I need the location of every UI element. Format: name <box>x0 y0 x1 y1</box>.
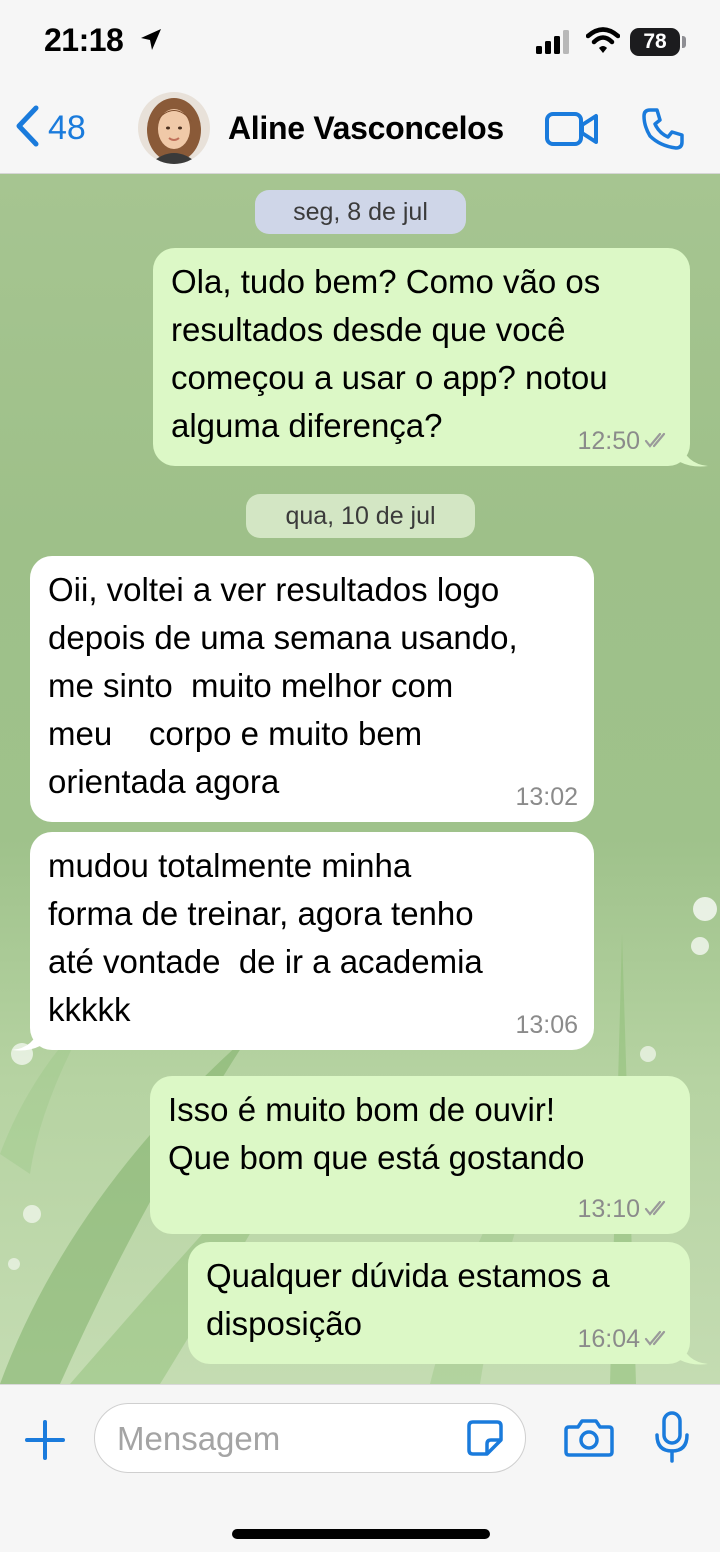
contact-name[interactable]: Aline Vasconcelos <box>228 110 504 147</box>
chat-header: 48 Aline Vasconcelos <box>0 82 720 174</box>
message-text-line: meu corpo e muito bem <box>48 715 423 752</box>
status-time: 21:18 <box>44 22 124 58</box>
contact-avatar[interactable] <box>138 92 210 164</box>
status-bar: 21:18 78 <box>0 0 720 82</box>
outgoing-message[interactable]: Ola, tudo bem? Como vão os resultados de… <box>153 248 690 466</box>
message-time: 13:06 <box>515 1011 578 1039</box>
location-arrow-icon <box>140 28 162 57</box>
bubble-tail <box>680 1340 708 1365</box>
sticker-icon[interactable] <box>465 1418 505 1463</box>
double-check-icon <box>644 1324 674 1354</box>
back-button[interactable]: 48 <box>14 104 86 153</box>
date-separator: seg, 8 de jul <box>255 190 466 234</box>
bubble-tail <box>680 442 708 467</box>
double-check-icon <box>644 426 674 456</box>
double-check-icon <box>644 1194 674 1224</box>
message-text-line: depois de uma semana usando, <box>48 619 518 656</box>
message-meta: 16:04 <box>577 1324 674 1354</box>
outgoing-message[interactable]: Qualquer dúvida estamos a disposição 16:… <box>188 1242 690 1364</box>
message-text-line: começou a usar o app? notou <box>171 359 608 396</box>
home-indicator <box>232 1529 490 1539</box>
message-meta: 12:50 <box>577 426 674 456</box>
message-text-line: Qualquer dúvida estamos a <box>206 1257 610 1294</box>
message-time: 12:50 <box>577 427 640 455</box>
plus-icon[interactable] <box>24 1419 66 1466</box>
date-separator: qua, 10 de jul <box>246 494 475 538</box>
message-time: 16:04 <box>577 1325 640 1353</box>
message-text-line: até vontade de ir a academia <box>48 943 483 980</box>
chat-area[interactable]: seg, 8 de jul Ola, tudo bem? Como vão os… <box>0 174 720 1384</box>
message-text-line: Isso é muito bom de ouvir! <box>168 1091 556 1128</box>
video-call-icon[interactable] <box>544 110 600 153</box>
message-text-line: Oii, voltei a ver resultados logo <box>48 571 500 608</box>
outgoing-message[interactable]: Isso é muito bom de ouvir! Que bom que e… <box>150 1076 690 1234</box>
battery-tip <box>682 36 686 48</box>
message-input-box[interactable] <box>94 1403 526 1473</box>
message-meta: 13:10 <box>577 1194 674 1224</box>
message-text-line: Ola, tudo bem? Como vão os <box>171 263 601 300</box>
message-meta: 13:06 <box>515 1010 578 1040</box>
message-meta: 13:02 <box>515 782 578 812</box>
message-text-line: forma de treinar, agora tenho <box>48 895 474 932</box>
message-input[interactable] <box>117 1417 447 1461</box>
message-composer <box>0 1384 720 1552</box>
message-text-line: me sinto muito melhor com <box>48 667 454 704</box>
message-time: 13:10 <box>577 1195 640 1223</box>
incoming-message[interactable]: Oii, voltei a ver resultados logo depois… <box>30 556 594 822</box>
battery-indicator: 78 <box>630 28 680 56</box>
unread-count: 48 <box>48 109 86 147</box>
microphone-icon[interactable] <box>654 1411 690 1468</box>
message-text-line: kkkkk <box>48 991 131 1028</box>
chevron-left-icon <box>14 104 40 153</box>
message-text-line: mudou totalmente minha <box>48 847 412 884</box>
cellular-signal-icon <box>536 30 572 59</box>
message-text-line: Que bom que está gostando <box>168 1139 585 1176</box>
message-text-line: orientada agora <box>48 763 280 800</box>
incoming-message[interactable]: mudou totalmente minha forma de treinar,… <box>30 832 594 1050</box>
wifi-icon <box>585 26 621 59</box>
phone-icon[interactable] <box>640 106 686 157</box>
camera-icon[interactable] <box>564 1417 614 1462</box>
message-time: 13:02 <box>515 783 578 811</box>
message-text-line: resultados desde que você <box>171 311 566 348</box>
bubble-tail <box>12 1026 40 1051</box>
